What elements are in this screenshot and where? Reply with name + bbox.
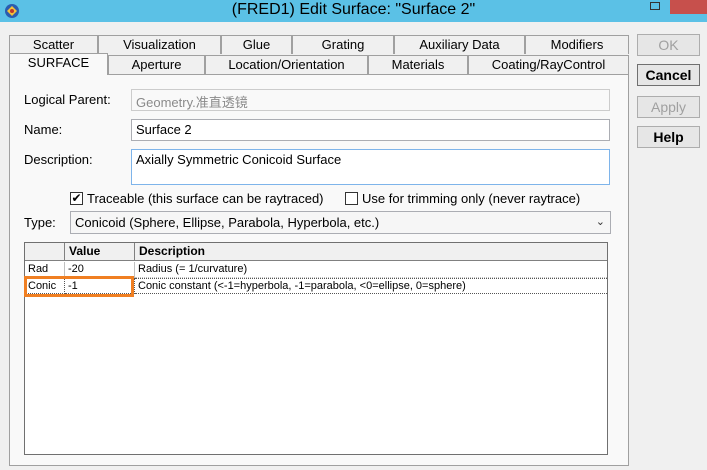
type-select-value: Conicoid (Sphere, Ellipse, Parabola, Hyp… [75,215,380,230]
apply-button[interactable]: Apply [637,96,700,118]
table-header-value: Value [65,243,135,261]
tab-aperture[interactable]: Aperture [108,55,205,74]
traceable-checkbox[interactable]: ✔ Traceable (this surface can be raytrac… [70,191,324,206]
highlight-box [24,276,134,297]
title-bar: (FRED1) Edit Surface: "Surface 2" [0,0,707,22]
table-header-description: Description [135,243,607,261]
trimming-checkbox[interactable]: Use for trimming only (never raytrace) [345,191,580,206]
tab-modifiers[interactable]: Modifiers [525,35,629,54]
name-field[interactable]: Surface 2 [131,119,610,141]
type-label: Type: [24,215,56,230]
cancel-button[interactable]: Cancel [637,64,700,86]
ok-button[interactable]: OK [637,34,700,56]
tab-coating-raycontrol[interactable]: Coating/RayControl [468,55,629,74]
check-icon: ✔ [70,191,83,205]
description-label: Description: [24,152,93,167]
row-description: Conic constant (<-1=hyperbola, -1=parabo… [135,278,607,294]
description-field[interactable]: Axially Symmetric Conicoid Surface [131,149,610,185]
table-header-name [25,243,65,261]
empty-checkbox-icon [345,192,358,205]
minimize-button[interactable] [643,0,665,14]
logical-parent-label: Logical Parent: [24,92,111,107]
tab-grating[interactable]: Grating [292,35,394,54]
parameter-table: Value Description Rad -20 Radius (= 1/cu… [24,242,608,455]
type-select[interactable]: Conicoid (Sphere, Ellipse, Parabola, Hyp… [70,211,611,234]
tab-location-orientation[interactable]: Location/Orientation [205,55,368,74]
row-description: Radius (= 1/curvature) [135,262,607,278]
logical-parent-field: Geometry.准直透镜 [131,89,610,111]
tab-visualization[interactable]: Visualization [98,35,221,54]
close-window-button[interactable] [670,0,707,14]
name-label: Name: [24,122,63,137]
trimming-label: Use for trimming only (never raytrace) [362,191,581,206]
tab-glue[interactable]: Glue [221,35,292,54]
tab-materials[interactable]: Materials [368,55,468,74]
tab-auxiliary-data[interactable]: Auxiliary Data [394,35,525,54]
tab-scatter[interactable]: Scatter [9,35,98,54]
window-title: (FRED1) Edit Surface: "Surface 2" [231,1,476,18]
help-button[interactable]: Help [637,126,700,148]
tab-surface[interactable]: SURFACE [9,53,108,75]
chevron-down-icon: ⌄ [595,216,605,228]
traceable-label: Traceable (this surface can be raytraced… [87,191,324,206]
